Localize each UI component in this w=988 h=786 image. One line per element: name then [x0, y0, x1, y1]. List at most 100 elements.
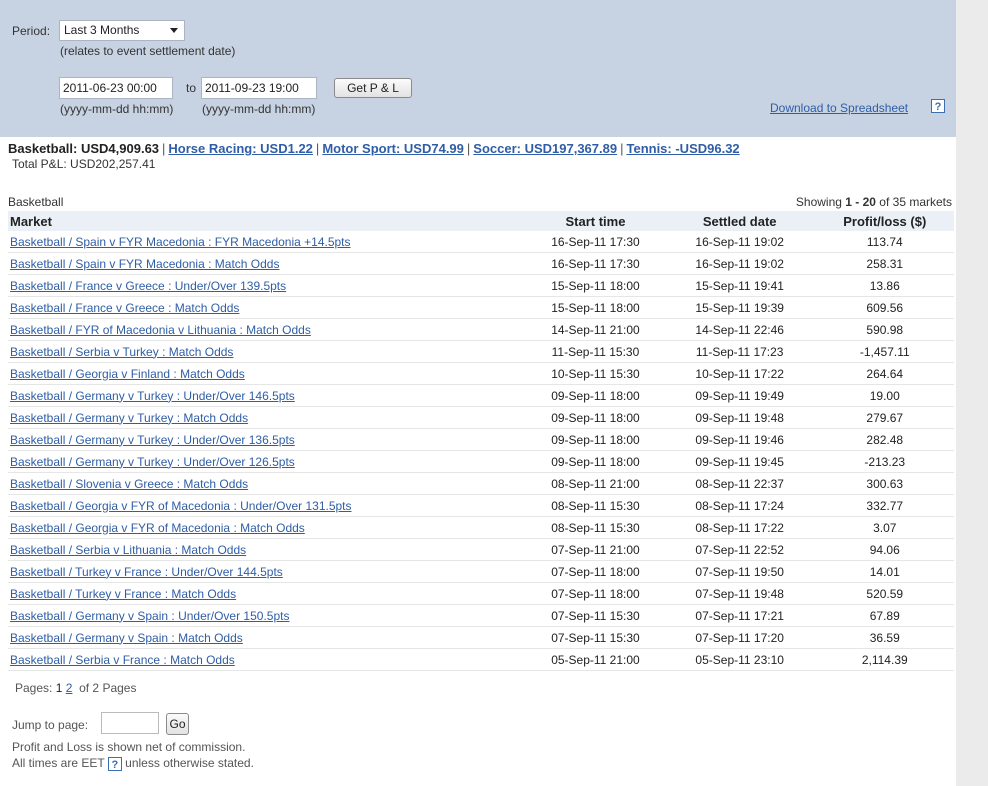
to-date-input[interactable]: 2011-09-23 19:00 [201, 77, 317, 99]
total-pl: Total P&L: USD202,257.41 [12, 157, 156, 171]
start-time-cell: 09-Sep-11 18:00 [527, 406, 664, 429]
start-time-cell: 16-Sep-11 17:30 [527, 252, 664, 275]
profit-loss-cell: 14.01 [815, 560, 954, 583]
period-note: (relates to event settlement date) [60, 44, 236, 58]
profit-loss-cell: 19.00 [815, 384, 954, 407]
summary-separator: | [162, 141, 166, 156]
start-time-cell: 07-Sep-11 21:00 [527, 538, 664, 561]
table-row: Basketball / Georgia v FYR of Macedonia … [8, 494, 954, 517]
profit-loss-cell: 113.74 [815, 231, 954, 253]
table-row: Basketball / Turkey v France : Match Odd… [8, 582, 954, 605]
jump-page-input[interactable] [101, 712, 159, 734]
market-link[interactable]: Basketball / Turkey v France : Match Odd… [10, 587, 236, 601]
summary-horse-racing-link[interactable]: Horse Racing: USD1.22 [168, 141, 313, 156]
settled-date-cell: 09-Sep-11 19:49 [663, 384, 816, 407]
table-row: Basketball / Germany v Spain : Under/Ove… [8, 604, 954, 627]
header-profit-loss[interactable]: Profit/loss ($) [815, 211, 954, 231]
start-time-cell: 15-Sep-11 18:00 [527, 296, 664, 319]
help-icon[interactable]: ? [931, 99, 945, 113]
market-link[interactable]: Basketball / Germany v Turkey : Under/Ov… [10, 433, 295, 447]
settled-date-cell: 14-Sep-11 22:46 [663, 318, 816, 341]
settled-date-cell: 08-Sep-11 17:24 [663, 494, 816, 517]
sport-summary: Basketball: USD4,909.63 | Horse Racing: US… [8, 141, 740, 156]
market-link[interactable]: Basketball / France v Greece : Match Odd… [10, 301, 239, 315]
table-row: Basketball / France v Greece : Under/Ove… [8, 274, 954, 297]
from-date-input[interactable]: 2011-06-23 00:00 [59, 77, 173, 99]
download-spreadsheet-link[interactable]: Download to Spreadsheet [770, 101, 908, 115]
settled-date-cell: 09-Sep-11 19:45 [663, 450, 816, 473]
settled-date-cell: 07-Sep-11 17:20 [663, 626, 816, 649]
filter-panel: Period: Last 3 Months (relates to event … [0, 0, 956, 137]
settled-date-cell: 07-Sep-11 22:52 [663, 538, 816, 561]
profit-loss-cell: 258.31 [815, 252, 954, 275]
summary-motor-sport-link[interactable]: Motor Sport: USD74.99 [322, 141, 464, 156]
table-row: Basketball / Slovenia v Greece : Match O… [8, 472, 954, 495]
markets-table: Market Start time Settled date Profit/lo… [8, 211, 954, 671]
market-link[interactable]: Basketball / Georgia v FYR of Macedonia … [10, 521, 305, 535]
profit-loss-cell: 36.59 [815, 626, 954, 649]
get-pl-button[interactable]: Get P & L [334, 78, 412, 98]
market-link[interactable]: Basketball / Serbia v Lithuania : Match … [10, 543, 246, 557]
table-row: Basketball / Germany v Turkey : Under/Ov… [8, 384, 954, 407]
settled-date-cell: 05-Sep-11 23:10 [663, 648, 816, 671]
market-link[interactable]: Basketball / Serbia v France : Match Odd… [10, 653, 235, 667]
page-current: 1 [55, 681, 63, 695]
profit-loss-cell: 609.56 [815, 296, 954, 319]
profit-loss-cell: 94.06 [815, 538, 954, 561]
settled-date-cell: 09-Sep-11 19:48 [663, 406, 816, 429]
table-row: Basketball / Georgia v Finland : Match O… [8, 362, 954, 385]
summary-soccer-link[interactable]: Soccer: USD197,367.89 [473, 141, 617, 156]
market-link[interactable]: Basketball / Georgia v FYR of Macedonia … [10, 499, 352, 513]
table-header-row: Market Start time Settled date Profit/lo… [8, 211, 954, 231]
header-market[interactable]: Market [8, 211, 528, 231]
pages-label: Pages: [15, 681, 53, 695]
page-link-2[interactable]: 2 [66, 681, 73, 695]
market-link[interactable]: Basketball / France v Greece : Under/Ove… [10, 279, 286, 293]
settled-date-cell: 10-Sep-11 17:22 [663, 362, 816, 385]
header-settled-date[interactable]: Settled date [663, 211, 816, 231]
settled-date-cell: 07-Sep-11 17:21 [663, 604, 816, 627]
period-label: Period: [12, 24, 51, 38]
table-row: Basketball / Georgia v FYR of Macedonia … [8, 516, 954, 539]
start-time-cell: 11-Sep-11 15:30 [527, 340, 664, 363]
market-link[interactable]: Basketball / Spain v FYR Macedonia : FYR… [10, 235, 351, 249]
commission-note: Profit and Loss is shown net of commissi… [12, 740, 246, 754]
market-link[interactable]: Basketball / Germany v Spain : Match Odd… [10, 631, 243, 645]
start-time-cell: 14-Sep-11 21:00 [527, 318, 664, 341]
start-time-cell: 08-Sep-11 21:00 [527, 472, 664, 495]
start-time-cell: 15-Sep-11 18:00 [527, 274, 664, 297]
start-time-cell: 10-Sep-11 15:30 [527, 362, 664, 385]
market-link[interactable]: Basketball / Germany v Spain : Under/Ove… [10, 609, 289, 623]
market-link[interactable]: Basketball / Georgia v Finland : Match O… [10, 367, 245, 381]
profit-loss-cell: 67.89 [815, 604, 954, 627]
market-link[interactable]: Basketball / Germany v Turkey : Under/Ov… [10, 389, 295, 403]
period-select[interactable]: Last 3 Months [59, 20, 185, 41]
table-row: Basketball / Turkey v France : Under/Ove… [8, 560, 954, 583]
market-link[interactable]: Basketball / Turkey v France : Under/Ove… [10, 565, 283, 579]
market-link[interactable]: Basketball / Serbia v Turkey : Match Odd… [10, 345, 233, 359]
profit-loss-cell: 3.07 [815, 516, 954, 539]
table-row: Basketball / FYR of Macedonia v Lithuani… [8, 318, 954, 341]
market-link[interactable]: Basketball / Germany v Turkey : Under/Ov… [10, 455, 295, 469]
start-time-cell: 07-Sep-11 15:30 [527, 626, 664, 649]
summary-tennis-link[interactable]: Tennis: -USD96.32 [626, 141, 739, 156]
market-link[interactable]: Basketball / Spain v FYR Macedonia : Mat… [10, 257, 279, 271]
help-icon[interactable]: ? [107, 756, 122, 771]
go-button[interactable]: Go [166, 713, 189, 735]
profit-loss-cell: 520.59 [815, 582, 954, 605]
profit-loss-cell: -1,457.11 [815, 340, 954, 363]
header-start-time[interactable]: Start time [527, 211, 664, 231]
settled-date-cell: 15-Sep-11 19:41 [663, 274, 816, 297]
start-time-cell: 05-Sep-11 21:00 [527, 648, 664, 671]
table-row: Basketball / Spain v FYR Macedonia : FYR… [8, 231, 954, 253]
summary-separator: | [315, 141, 320, 156]
pagination: Pages: 1 2 of 2 Pages [15, 681, 136, 695]
to-label: to [186, 81, 197, 95]
market-link[interactable]: Basketball / Slovenia v Greece : Match O… [10, 477, 248, 491]
table-row: Basketball / France v Greece : Match Odd… [8, 296, 954, 319]
table-row: Basketball / Serbia v France : Match Odd… [8, 648, 954, 671]
summary-basketball: Basketball: USD4,909.63 [8, 141, 160, 156]
market-link[interactable]: Basketball / FYR of Macedonia v Lithuani… [10, 323, 311, 337]
market-link[interactable]: Basketball / Germany v Turkey : Match Od… [10, 411, 248, 425]
table-row: Basketball / Germany v Turkey : Under/Ov… [8, 428, 954, 451]
